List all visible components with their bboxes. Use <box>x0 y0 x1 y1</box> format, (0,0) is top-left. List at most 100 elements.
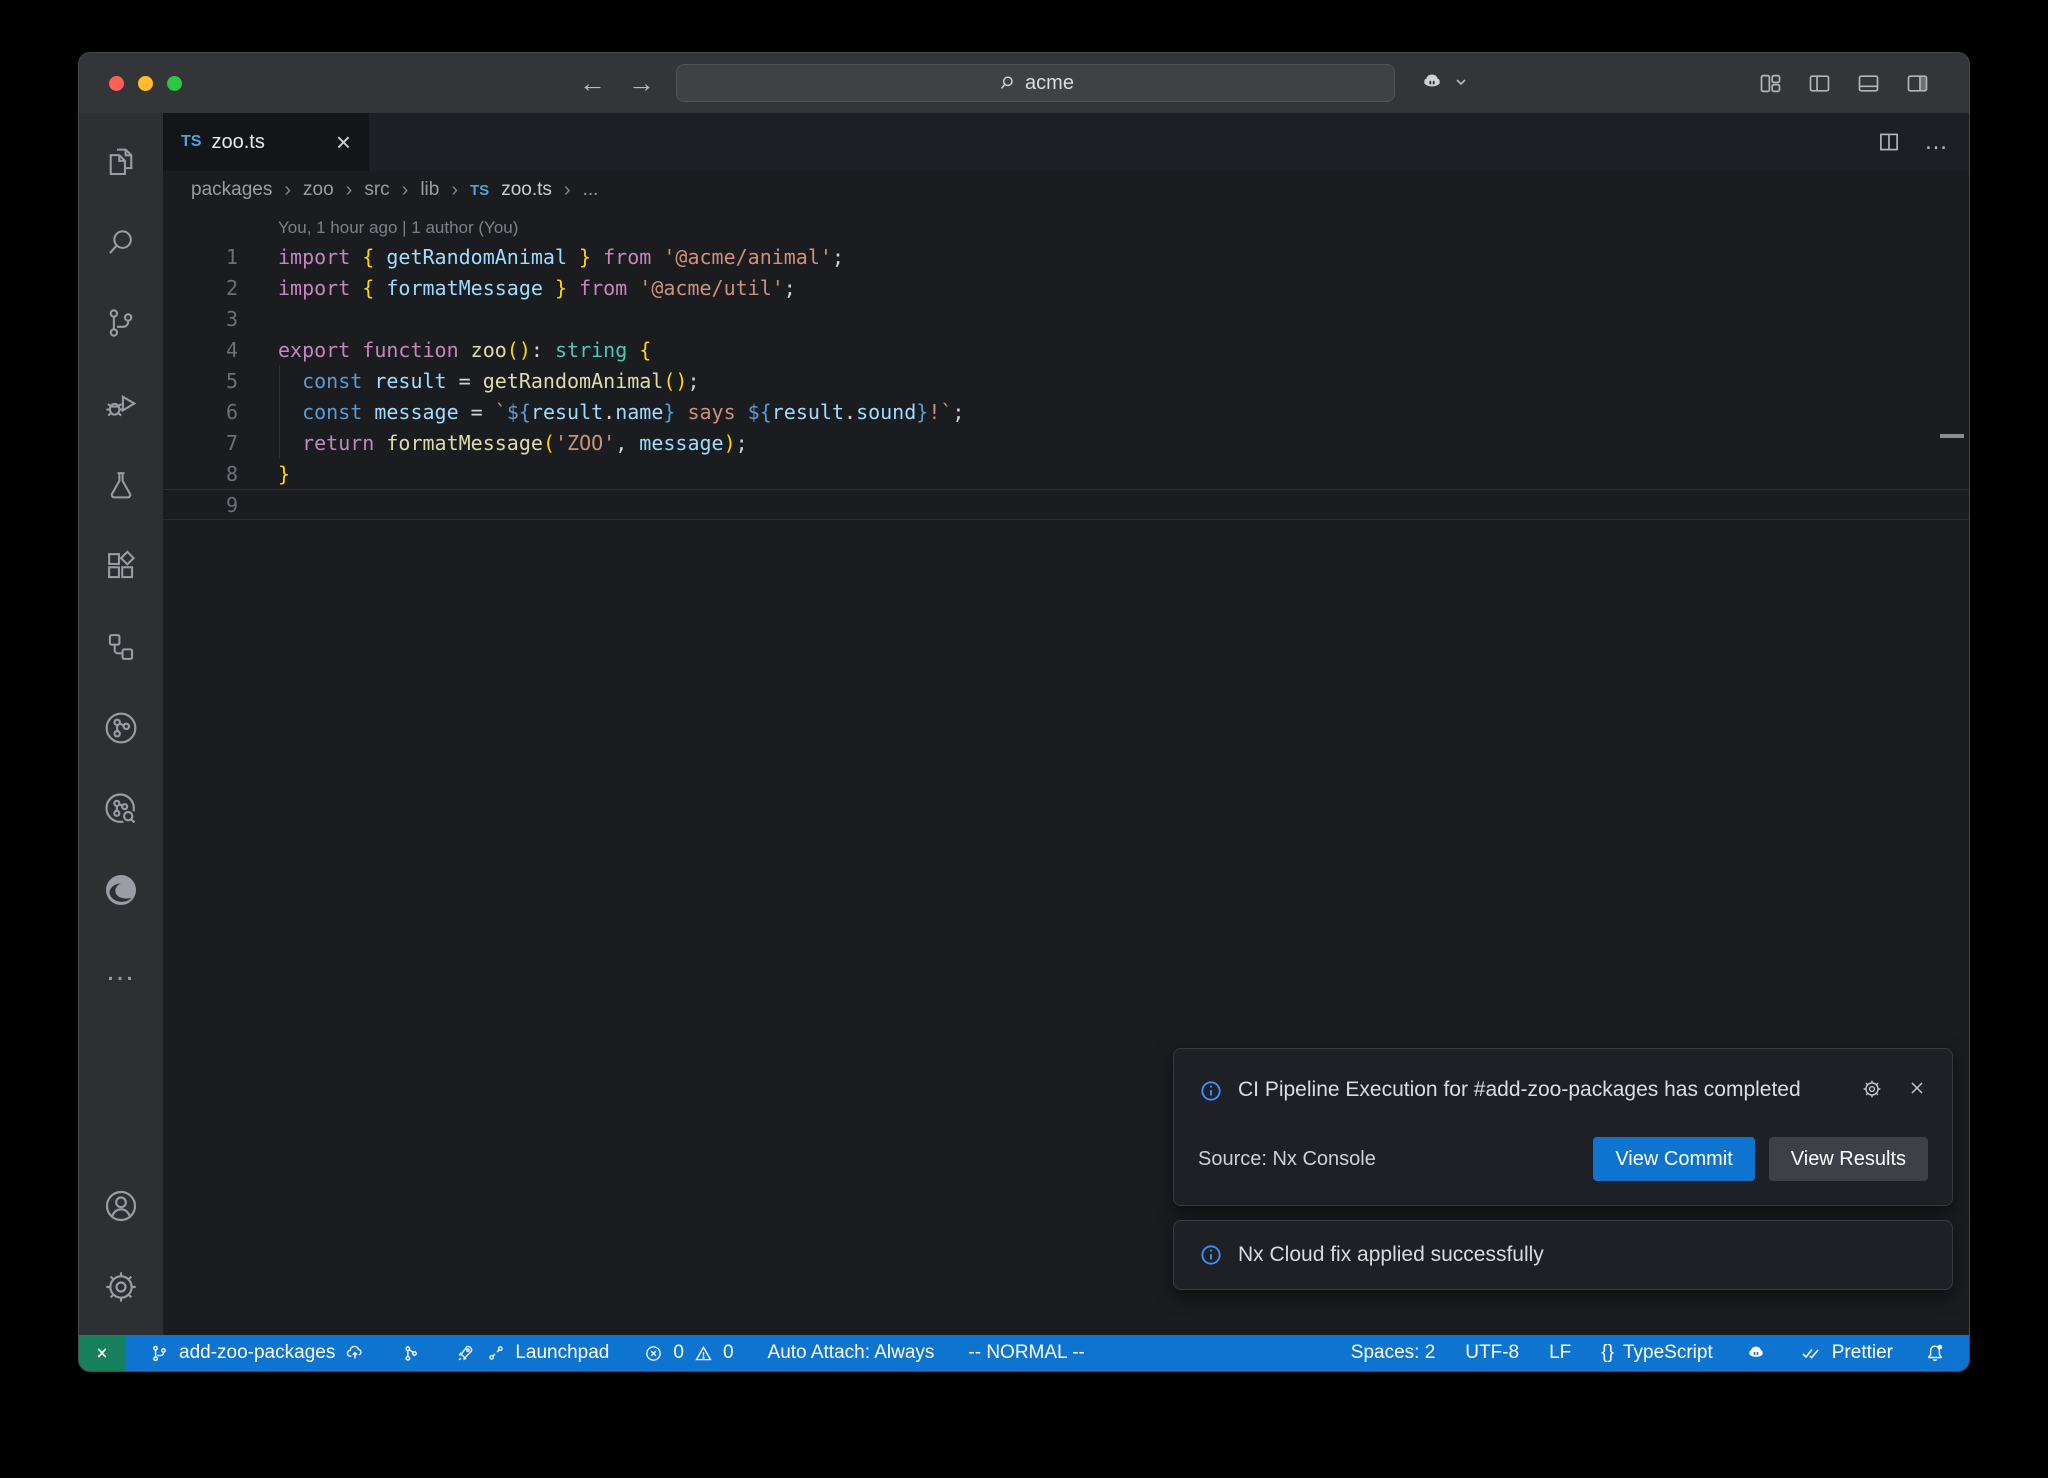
tab-close-icon[interactable]: × <box>336 129 351 155</box>
commit-graph-status[interactable] <box>400 1343 421 1364</box>
edge-browser-icon[interactable] <box>97 866 145 914</box>
tab-zoo-ts[interactable]: TS zoo.ts × <box>163 113 369 171</box>
problems-status[interactable]: 0 0 <box>643 1342 733 1364</box>
breadcrumb-item[interactable]: src <box>364 179 389 201</box>
gitlens-inspect-icon[interactable] <box>97 785 145 833</box>
breadcrumb-item[interactable]: packages <box>191 179 272 201</box>
code-text: const result = getRandomAnimal(); <box>278 369 699 393</box>
code-line-2[interactable]: 2 import { formatMessage } from '@acme/ut… <box>163 272 1969 303</box>
breadcrumb-symbol-ellipsis[interactable]: ... <box>583 179 599 201</box>
typescript-file-icon: TS <box>181 133 201 151</box>
chevron-right-icon: › <box>346 179 353 202</box>
git-branch-status[interactable]: add-zoo-packages <box>149 1342 366 1364</box>
view-results-button[interactable]: View Results <box>1769 1137 1928 1181</box>
overview-ruler-marker <box>1940 434 1964 438</box>
settings-gear-icon[interactable] <box>97 1263 145 1311</box>
view-commit-button[interactable]: View Commit <box>1593 1137 1754 1181</box>
command-center-search[interactable]: acme <box>676 64 1395 102</box>
traffic-lights <box>109 76 182 91</box>
formatter-status[interactable]: Prettier <box>1799 1341 1893 1365</box>
breadcrumb-item[interactable]: zoo <box>303 179 334 201</box>
more-views-icon[interactable]: … <box>97 947 145 995</box>
forward-button[interactable]: → <box>628 68 655 99</box>
indentation-status[interactable]: Spaces: 2 <box>1351 1342 1436 1364</box>
launchpad-status[interactable]: Launchpad <box>455 1342 609 1364</box>
account-icon[interactable] <box>97 1182 145 1230</box>
zoom-window-button[interactable] <box>167 76 182 91</box>
branch-name: add-zoo-packages <box>179 1342 335 1364</box>
breadcrumb-file[interactable]: zoo.ts <box>501 179 552 201</box>
eol-status[interactable]: LF <box>1549 1342 1571 1364</box>
customize-layout-icon[interactable] <box>1757 70 1784 97</box>
line-number: 3 <box>163 307 238 331</box>
line-number: 9 <box>163 493 238 517</box>
breadcrumb-item[interactable]: lib <box>420 179 439 201</box>
run-debug-icon[interactable] <box>97 380 145 428</box>
copilot-icon <box>1417 67 1447 97</box>
code-text: import { formatMessage } from '@acme/uti… <box>278 276 796 300</box>
error-icon <box>643 1343 664 1364</box>
toggle-primary-sidebar-icon[interactable] <box>1806 70 1833 97</box>
code-line-4[interactable]: 4export function zoo(): string { <box>163 334 1969 365</box>
search-icon[interactable] <box>97 218 145 266</box>
notification-source: Source: Nx Console <box>1198 1148 1376 1171</box>
close-window-button[interactable] <box>109 76 124 91</box>
titlebar: ← → acme <box>79 53 1969 113</box>
git-blame-annotation: You, 1 hour ago | 1 author (You) <box>278 215 1969 241</box>
source-control-icon[interactable] <box>97 299 145 347</box>
notifications-bell[interactable] <box>1923 1341 1947 1365</box>
line-number: 8 <box>163 462 238 486</box>
notification-ci-pipeline: CI Pipeline Execution for #add-zoo-packa… <box>1173 1048 1953 1206</box>
error-count: 0 <box>673 1342 684 1364</box>
activity-bar: … <box>79 113 163 1335</box>
notification-settings-gear-icon[interactable] <box>1860 1077 1884 1101</box>
back-button[interactable]: ← <box>579 68 606 99</box>
testing-icon[interactable] <box>97 461 145 509</box>
remote-explorer-icon[interactable] <box>97 623 145 671</box>
code-line-3[interactable]: 3 <box>163 303 1969 334</box>
info-icon <box>1198 1242 1224 1268</box>
extensions-icon[interactable] <box>97 542 145 590</box>
line-number: 1 <box>163 245 238 269</box>
code-line-6[interactable]: 6 const message = `${result.name} says $… <box>163 396 1969 427</box>
gitlens-icon[interactable] <box>97 704 145 752</box>
line-number: 2 <box>163 276 238 300</box>
code-text: const message = `${result.name} says ${r… <box>278 400 964 424</box>
indent-guide <box>279 365 280 396</box>
line-number: 5 <box>163 369 238 393</box>
editor-more-actions-icon[interactable]: … <box>1924 128 1949 156</box>
code-line-7[interactable]: 7 return formatMessage('ZOO', message); <box>163 427 1969 458</box>
minimize-window-button[interactable] <box>138 76 153 91</box>
status-bar: add-zoo-packages <box>79 1335 1969 1371</box>
code-line-1[interactable]: 1import { getRandomAnimal } from '@acme/… <box>163 241 1969 272</box>
search-icon <box>997 73 1017 93</box>
notification-close-icon[interactable] <box>1906 1077 1928 1099</box>
breadcrumb: packages › zoo › src › lib › TS zoo.ts ›… <box>163 171 1969 209</box>
toggle-panel-icon[interactable] <box>1855 70 1882 97</box>
language-status[interactable]: {} TypeScript <box>1601 1342 1712 1364</box>
code-line-9[interactable]: 9 <box>163 489 1969 520</box>
line-number: 7 <box>163 431 238 455</box>
launchpad-label: Launchpad <box>515 1342 609 1364</box>
code-line-5[interactable]: 5 const result = getRandomAnimal(); <box>163 365 1969 396</box>
commit-graph-icon <box>400 1343 421 1364</box>
toggle-secondary-sidebar-icon[interactable] <box>1904 70 1931 97</box>
encoding-status[interactable]: UTF-8 <box>1465 1342 1519 1364</box>
explorer-icon[interactable] <box>97 137 145 185</box>
copilot-menu[interactable] <box>1417 67 1469 97</box>
branch-icon <box>149 1343 170 1364</box>
tab-bar: TS zoo.ts × … <box>163 113 1969 171</box>
split-editor-icon[interactable] <box>1876 129 1902 155</box>
copilot-icon <box>1743 1340 1769 1366</box>
notification-nx-cloud: Nx Cloud fix applied successfully <box>1173 1220 1953 1290</box>
notification-toasts: CI Pipeline Execution for #add-zoo-packa… <box>1173 1048 1953 1290</box>
code-line-8[interactable]: 8} <box>163 458 1969 489</box>
copilot-status[interactable] <box>1743 1340 1769 1366</box>
vim-mode-status[interactable]: -- NORMAL -- <box>968 1342 1084 1364</box>
indent-guide <box>279 396 280 427</box>
search-value: acme <box>1025 72 1074 95</box>
auto-attach-status[interactable]: Auto Attach: Always <box>768 1342 935 1364</box>
tab-title: zoo.ts <box>211 131 264 154</box>
remote-indicator[interactable] <box>79 1335 125 1371</box>
typescript-file-icon: TS <box>470 182 489 199</box>
